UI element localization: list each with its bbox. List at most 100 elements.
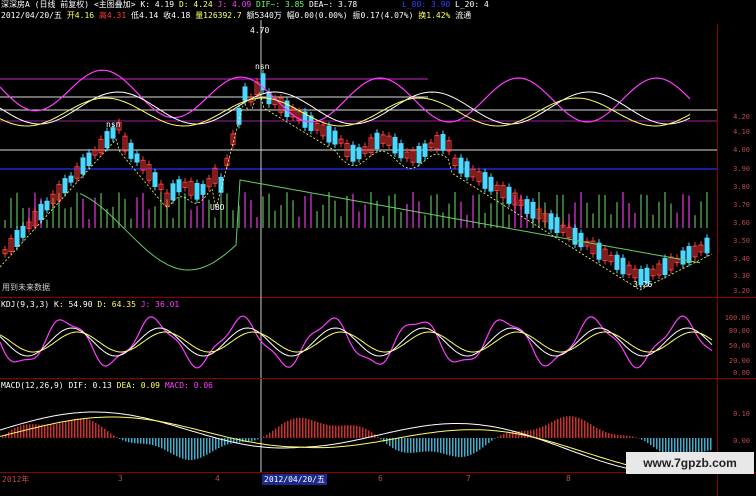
- volume-bar: [448, 204, 450, 228]
- candle-body: [525, 200, 529, 214]
- volume-bar: [262, 196, 264, 228]
- y-tick-370: 3.70: [733, 201, 750, 209]
- kdj-j-line: [0, 316, 712, 368]
- macd-bar: [212, 438, 214, 451]
- candlesticks: [3, 70, 709, 289]
- volume-bar: [388, 196, 390, 228]
- macd-bar: [257, 438, 259, 439]
- candle-body: [333, 131, 337, 144]
- macd-bar: [125, 438, 127, 441]
- stock-chart-window: 深深房A (日线 前复权) <主图叠加> K: 4.19 D: 4.24 J: …: [0, 0, 756, 487]
- candle-body: [489, 177, 493, 191]
- y-tick-420: 4.20: [733, 113, 750, 121]
- macd-bar: [113, 435, 115, 438]
- period-label: (日线 前复权): [35, 0, 89, 9]
- macd-bar: [74, 419, 76, 438]
- macd-bar: [461, 438, 463, 457]
- volume-bar: [412, 192, 414, 228]
- macd-bar: [281, 424, 283, 438]
- macd-bar: [137, 438, 139, 443]
- macd-chart-area[interactable]: [0, 379, 717, 472]
- candle-body: [327, 126, 331, 142]
- kdj-d-line: [0, 332, 712, 352]
- macd-bar: [155, 438, 157, 446]
- macd-bar: [467, 438, 469, 456]
- macd-bar: [263, 437, 265, 438]
- volume-bar: [460, 202, 462, 228]
- kdj-chart-area[interactable]: [0, 298, 717, 378]
- macd-bar: [653, 438, 655, 447]
- volume-bar: [430, 195, 432, 228]
- volume-bar: [304, 196, 306, 228]
- candle-body: [177, 180, 181, 192]
- macd-bar: [215, 438, 217, 450]
- candle-body: [351, 145, 355, 161]
- macd-bar: [179, 438, 181, 458]
- candle-body: [663, 259, 667, 275]
- macd-bar: [203, 438, 205, 456]
- volume-bar: [490, 203, 492, 228]
- macd-bar: [131, 438, 133, 443]
- open-value: 开4.16: [67, 11, 94, 20]
- volume-bar: [400, 212, 402, 228]
- x-cursor-date: 2012/04/20/五: [262, 474, 327, 485]
- macd-bar: [620, 435, 622, 438]
- candle-body: [357, 148, 361, 159]
- macd-bar: [347, 425, 349, 438]
- macd-bar: [86, 419, 88, 438]
- macd-bar: [176, 438, 178, 456]
- candle-body: [243, 87, 247, 100]
- candle-body: [681, 251, 685, 264]
- d-value: D: 4.24: [179, 0, 213, 9]
- volume-bar: [148, 209, 150, 228]
- macd-bar: [107, 431, 109, 438]
- candle-body: [423, 144, 427, 156]
- volume-value: 量126392.7: [195, 11, 242, 20]
- macd-bar: [284, 422, 286, 438]
- macd-bar: [185, 438, 187, 460]
- volume-bar: [418, 201, 420, 228]
- x-label-7: 7: [466, 474, 471, 483]
- macd-bar: [272, 431, 274, 438]
- macd-bar: [326, 425, 328, 438]
- future-data-note: 用到未来数据: [2, 283, 50, 293]
- overlay-label[interactable]: <主图叠加>: [94, 0, 136, 9]
- candle-body: [15, 231, 19, 247]
- y-tick-330: 3.30: [733, 272, 750, 280]
- macd-bar: [167, 438, 169, 451]
- macd-bar: [407, 438, 409, 453]
- macd-bar: [110, 433, 112, 438]
- candle-body: [135, 154, 139, 162]
- macd-bar: [449, 438, 451, 455]
- candle-body: [573, 228, 577, 244]
- volume-bar: [406, 204, 408, 228]
- macd-bar: [365, 429, 367, 438]
- macd-bar: [83, 418, 85, 438]
- macd-bar: [419, 438, 421, 452]
- macd-bar: [599, 429, 601, 438]
- volume-bar: [136, 197, 138, 228]
- macd-bar: [581, 419, 583, 438]
- macd-bar: [146, 438, 148, 444]
- macd-bar: [164, 438, 166, 450]
- candle-body: [129, 143, 133, 158]
- macd-bar: [440, 438, 442, 453]
- macd-bar: [650, 438, 652, 445]
- macd-bar: [332, 426, 334, 438]
- macd-bar: [302, 418, 304, 438]
- macd-bar: [566, 416, 568, 438]
- volume-bar: [436, 194, 438, 228]
- macd-bar: [104, 429, 106, 438]
- macd-bar: [377, 437, 379, 438]
- candle-body: [81, 158, 85, 174]
- price-chart-area[interactable]: [0, 20, 717, 298]
- volume-bar: [250, 200, 252, 228]
- macd-bar: [617, 435, 619, 438]
- macd-bar: [338, 426, 340, 438]
- macd-bar: [362, 427, 364, 438]
- macd-bar: [161, 438, 163, 448]
- macd-bar: [596, 428, 598, 438]
- macd-bar: [140, 438, 142, 444]
- dea-value: DEA~: 3.78: [309, 0, 357, 9]
- y-tick-350: 3.50: [733, 237, 750, 245]
